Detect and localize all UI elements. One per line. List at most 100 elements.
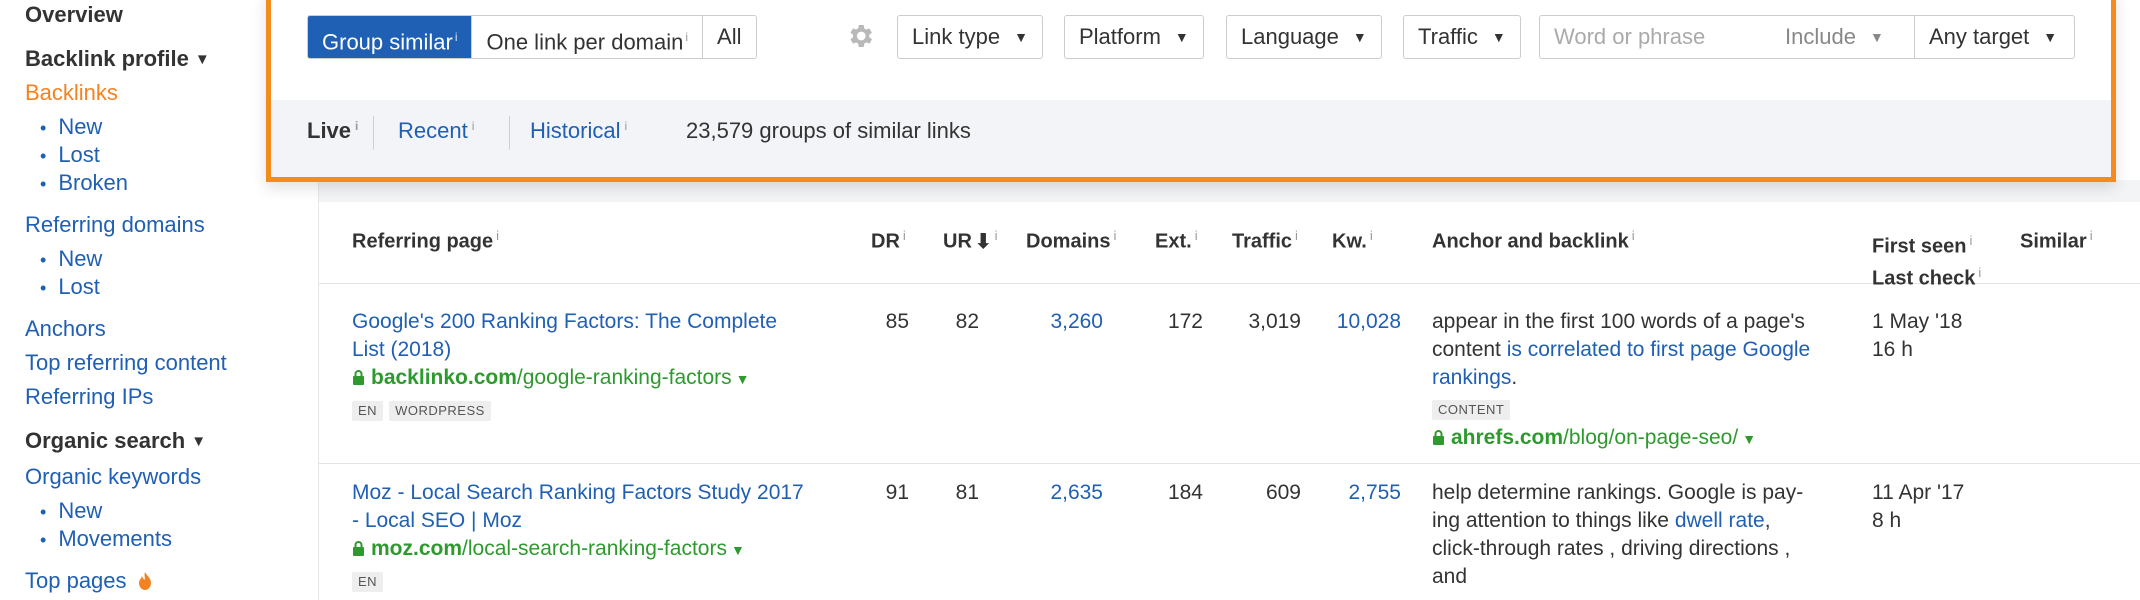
sidebar-section-backlink-profile[interactable]: Backlink profile ▼	[25, 46, 210, 72]
anchor-text: click-through rates , driving directions…	[1432, 537, 1791, 560]
mode-recent-tab[interactable]: Recent i	[398, 118, 474, 144]
sidebar-item-domains-lost[interactable]: • Lost	[40, 274, 100, 300]
anchor-link[interactable]: is correlated to first page Google	[1507, 338, 1811, 361]
bullet-icon: •	[40, 118, 47, 138]
sidebar-section-organic-search[interactable]: Organic search ▼	[25, 428, 206, 454]
sidebar-item-referring-ips[interactable]: Referring IPs	[25, 384, 153, 410]
sidebar-item-backlinks-lost[interactable]: • Lost	[40, 142, 100, 168]
bullet-icon: •	[40, 146, 47, 166]
tag-link-type: CONTENT	[1432, 400, 1511, 420]
anchor-text: and	[1432, 565, 1468, 588]
table-top-strip	[319, 180, 2140, 202]
kw-value-link[interactable]: 2,755	[1309, 479, 1401, 507]
sidebar-item-label: Overview	[25, 2, 123, 27]
sidebar-item-organic-keywords[interactable]: Organic keywords	[25, 464, 201, 490]
referring-page-url[interactable]: backlinko.com/google-ranking-factors ▼	[352, 364, 822, 393]
sidebar-item-label: Lost	[58, 142, 100, 167]
table-header: Referring page i DR i UR ⬇ i Domains i Ext. i …	[319, 202, 2140, 289]
referring-page-title-link[interactable]: Google's 200 Ranking Factors: The Comple…	[352, 308, 822, 364]
anchor-text: ,	[1764, 509, 1771, 532]
caret-down-icon[interactable]: ▼	[736, 371, 750, 387]
tag-list: EN	[352, 566, 842, 594]
group-similar-button[interactable]: Group similar i	[308, 16, 473, 58]
col-domains[interactable]: Domains i	[1026, 228, 1116, 254]
sidebar-item-keywords-movements[interactable]: • Movements	[40, 526, 172, 552]
col-first-seen-last-check[interactable]: First seen i Last check i	[1872, 228, 1981, 291]
mode-live-tab[interactable]: Live i	[307, 118, 358, 144]
bullet-icon: •	[40, 250, 47, 270]
language-dropdown[interactable]: Language ▼	[1226, 15, 1382, 59]
referring-page-cell: Google's 200 Ranking Factors: The Comple…	[352, 308, 822, 423]
anchor-link[interactable]: dwell rate	[1675, 509, 1765, 532]
sidebar-item-top-pages[interactable]: Top pages	[25, 568, 153, 594]
bullet-icon: •	[40, 530, 47, 550]
caret-down-icon[interactable]: ▼	[731, 542, 745, 558]
sidebar-item-anchors[interactable]: Anchors	[25, 316, 106, 342]
sidebar-item-keywords-new[interactable]: • New	[40, 498, 102, 524]
mode-divider	[373, 116, 374, 150]
sidebar-section-label: Organic search	[25, 428, 186, 453]
col-dr[interactable]: DR i	[871, 228, 906, 254]
gear-icon[interactable]	[845, 21, 875, 51]
col-ur[interactable]: UR ⬇ i	[943, 228, 998, 254]
sidebar-item-backlinks-new[interactable]: • New	[40, 114, 102, 140]
referring-page-title-link[interactable]: Moz - Local Search Ranking Factors Study…	[352, 479, 842, 535]
mode-historical-tab[interactable]: Historical i	[530, 118, 627, 144]
ur-value: 82	[955, 310, 979, 333]
domains-value-link[interactable]: 2,635	[999, 479, 1103, 507]
dates-cell: 11 Apr '17 8 h	[1872, 479, 2012, 535]
include-dropdown[interactable]: Include ▼	[1785, 16, 1884, 58]
sidebar-item-label: Top pages	[25, 568, 127, 593]
col-ext[interactable]: Ext. i	[1155, 228, 1198, 254]
col-kw[interactable]: Kw. i	[1332, 228, 1373, 254]
ur-value: 81	[955, 481, 979, 504]
sidebar-item-backlinks[interactable]: Backlinks	[25, 80, 118, 106]
mode-divider	[509, 116, 510, 150]
all-links-button[interactable]: All	[703, 16, 756, 58]
lock-icon	[1433, 430, 1444, 445]
bullet-icon: •	[40, 278, 47, 298]
lock-icon	[353, 541, 364, 556]
referring-page-url[interactable]: moz.com/local-search-ranking-factors ▼	[352, 535, 842, 564]
sidebar-item-label: Movements	[58, 526, 173, 551]
traffic-dropdown[interactable]: Traffic ▼	[1403, 15, 1521, 59]
tag-platform: WORDPRESS	[389, 401, 491, 421]
anchor-cell: help determine rankings. Google is pay- …	[1432, 479, 1852, 591]
first-seen-value: 11 Apr '17	[1872, 481, 1965, 504]
platform-dropdown[interactable]: Platform ▼	[1064, 15, 1204, 59]
anchor-link[interactable]: rankings	[1432, 366, 1511, 389]
anchor-text: appear in the first 100 words of a page'…	[1432, 310, 1805, 333]
caret-down-icon: ▼	[1174, 29, 1189, 45]
col-referring-page[interactable]: Referring page i	[352, 228, 499, 254]
tag-list: EN WORDPRESS	[352, 395, 822, 423]
col-anchor-and-backlink[interactable]: Anchor and backlink i	[1432, 228, 1635, 254]
word-or-phrase-input[interactable]	[1540, 16, 1780, 58]
any-target-dropdown[interactable]: Any target ▼	[1914, 16, 2071, 58]
sidebar-item-label: Broken	[58, 170, 129, 195]
first-seen-value: 1 May '18	[1872, 310, 1963, 333]
filter-panel: Group similar i One link per domain i All …	[266, 0, 2116, 182]
domains-value-link[interactable]: 3,260	[999, 308, 1103, 336]
kw-value-link[interactable]: 10,028	[1309, 308, 1401, 336]
col-similar[interactable]: Similar i	[2020, 228, 2093, 254]
link-type-dropdown[interactable]: Link type ▼	[897, 15, 1043, 59]
sidebar-item-label: New	[58, 114, 103, 139]
sidebar-item-backlinks-broken[interactable]: • Broken	[40, 170, 128, 196]
anchor-text: ing attention to things like	[1432, 509, 1675, 532]
dates-cell: 1 May '18 16 h	[1872, 308, 2012, 364]
sidebar-item-overview[interactable]: Overview	[25, 2, 123, 28]
ext-value: 184	[1167, 481, 1203, 504]
sidebar-item-referring-domains[interactable]: Referring domains	[25, 212, 205, 238]
caret-down-icon: ▼	[1491, 29, 1506, 45]
col-traffic[interactable]: Traffic i	[1232, 228, 1298, 254]
backlink-target-url[interactable]: ahrefs.com/blog/on-page-seo/▼	[1432, 424, 1852, 453]
bullet-icon: •	[40, 174, 47, 194]
ext-value: 172	[1167, 310, 1203, 333]
one-link-per-domain-button[interactable]: One link per domain i	[472, 16, 704, 58]
sidebar-item-domains-new[interactable]: • New	[40, 246, 102, 272]
word-filter-group: Include▼ Any target▼	[1539, 15, 2075, 59]
sidebar-item-top-referring-content[interactable]: Top referring content	[25, 350, 227, 376]
tag-language: EN	[352, 572, 384, 592]
traffic-value: 609	[1265, 481, 1301, 504]
caret-down-icon[interactable]: ▼	[1742, 431, 1756, 447]
